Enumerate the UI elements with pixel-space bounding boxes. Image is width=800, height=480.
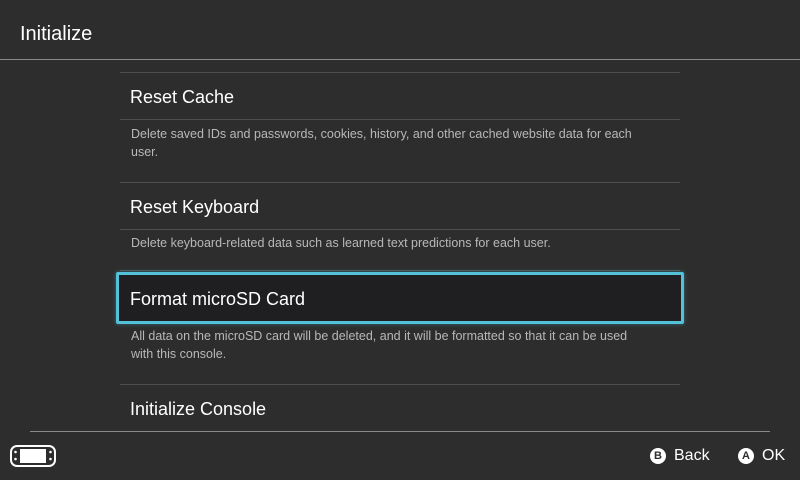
ok-label: OK — [762, 447, 786, 464]
description-line: with this console. — [131, 347, 227, 361]
header: Initialize — [0, 0, 800, 60]
description-line: Delete keyboard-related data such as lea… — [131, 236, 551, 250]
initialize-screen: Initialize Reset Cache Delete saved IDs … — [0, 0, 800, 480]
settings-list[interactable]: Reset Cache Delete saved IDs and passwor… — [0, 60, 800, 431]
page-title: Initialize — [20, 23, 93, 45]
description-line: Delete saved IDs and passwords, cookies,… — [131, 127, 632, 141]
list-separator — [120, 229, 680, 230]
list-separator — [120, 270, 680, 271]
list-item-title: Reset Cache — [130, 87, 235, 107]
list-item-description: All data on the microSD card will be del… — [131, 327, 671, 363]
back-label: Back — [674, 447, 710, 464]
list-separator — [120, 119, 680, 120]
ok-button[interactable]: A OK — [738, 445, 785, 467]
footer: B Back A OK — [0, 431, 800, 480]
list-item-description: Delete saved IDs and passwords, cookies,… — [131, 125, 671, 161]
list-item-description: Delete keyboard-related data such as lea… — [131, 234, 671, 252]
back-button[interactable]: B Back — [650, 445, 710, 467]
b-button-icon: B — [650, 448, 666, 464]
handheld-console-icon — [10, 445, 56, 467]
list-item-title: Reset Keyboard — [130, 197, 260, 217]
footer-divider — [30, 431, 770, 432]
list-item-title: Initialize Console — [130, 399, 267, 419]
list-item-title: Format microSD Card — [130, 289, 306, 309]
description-line: user. — [131, 145, 159, 159]
a-button-icon: A — [738, 448, 754, 464]
description-line: All data on the microSD card will be del… — [131, 329, 628, 343]
